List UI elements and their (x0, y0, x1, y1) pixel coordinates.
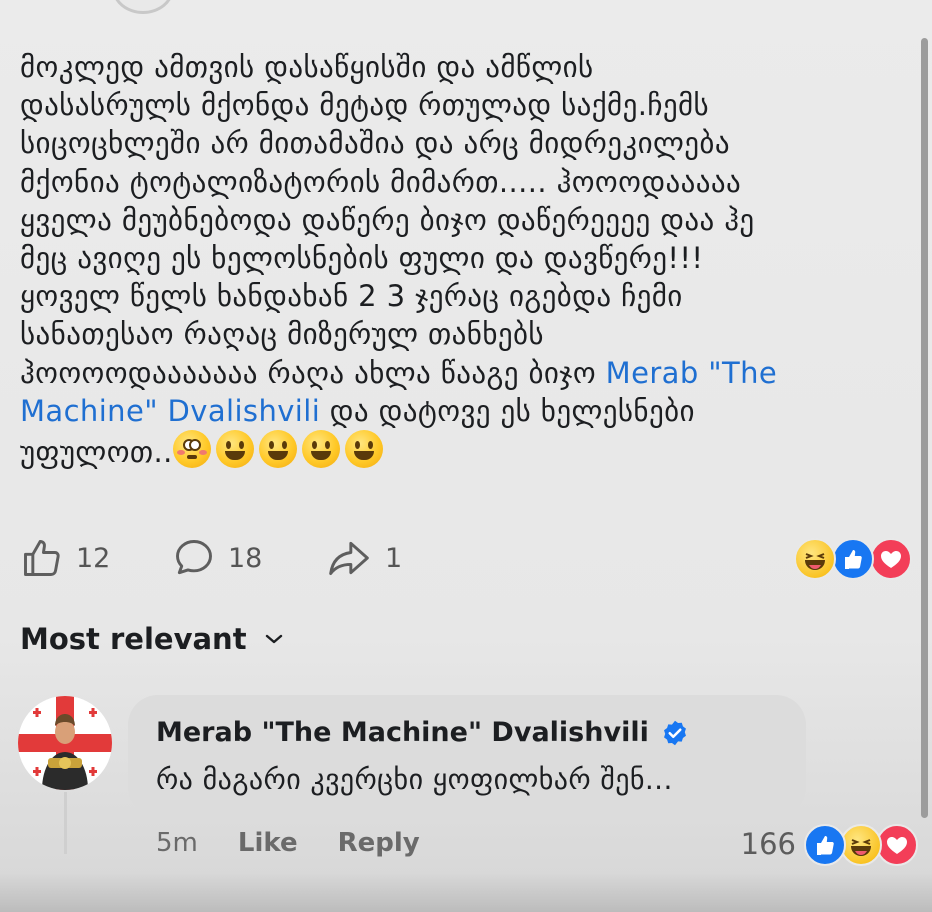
comment-reply-button[interactable]: Reply (338, 828, 420, 858)
share-button[interactable]: 1 (325, 534, 402, 582)
post-line: სიცოცხლეში არ მითამაშია და არც მიდრეკილე… (20, 126, 730, 161)
thumbs-up-icon (24, 540, 60, 576)
comment-icon (176, 540, 212, 575)
post-actions: 12 18 1 (20, 534, 912, 582)
chevron-down-icon (265, 634, 282, 644)
bottom-shade (0, 872, 932, 912)
flushed-face-emoji (172, 430, 211, 469)
share-count: 1 (385, 542, 403, 574)
post-line: მოკლედ ამთვის დასაწყისში და ამწლის (20, 50, 594, 84)
author-name: Merab "The Machine" Dvalishvili (156, 717, 649, 748)
post-reactions[interactable] (792, 538, 912, 580)
sort-label: Most relevant (20, 622, 247, 656)
like-reaction-icon (832, 538, 874, 580)
thread-line (64, 792, 67, 854)
comment-bubble: Merab "The Machine" Dvalishvili რა მაგარ… (128, 695, 806, 817)
verified-badge-icon (663, 720, 686, 745)
grinning-face-emoji (258, 430, 297, 469)
comment-author[interactable]: Merab "The Machine" Dvalishvili (156, 717, 689, 748)
haha-reaction-icon (794, 538, 836, 580)
post-line: Machine" Dvalishvili და დატოვე ეს ხელესნ… (20, 392, 910, 430)
scrollbar[interactable] (921, 38, 928, 818)
post-line-text: და დატოვე ეს ხელესნები (320, 393, 695, 428)
comment-sort-dropdown[interactable]: Most relevant (20, 622, 285, 656)
comment-button[interactable]: 18 (172, 534, 262, 582)
comment-text: რა მაგარი კვერცხი ყოფილხარ შენ... (156, 763, 673, 796)
post-line: დასასრულს მქონდა მეტად რთულად საქმე.ჩემს (20, 88, 710, 123)
comment-meta: 5m Like Reply (156, 828, 420, 858)
grinning-face-emoji (301, 430, 340, 469)
post-line-text: ჰოოოოდააააააა რაღა ახლა წააგე ბიჯო (20, 355, 606, 390)
grinning-face-emoji (344, 430, 383, 469)
share-icon (329, 541, 369, 576)
haha-reaction-icon (840, 824, 882, 866)
post-line: ჰოოოოდააააააა რაღა ახლა წააგე ბიჯო Merab… (20, 354, 910, 392)
mention-link[interactable]: Merab "The (606, 356, 777, 390)
facebook-post-screen: მოკლედ ამთვის დასაწყისში და ამწლის დასას… (0, 0, 932, 912)
comment-reactions[interactable]: 166 (740, 824, 918, 866)
mention-link[interactable]: Machine" Dvalishvili (20, 394, 320, 428)
grinning-face-emoji (215, 430, 254, 469)
post-line: უფულოთ.. (20, 430, 910, 471)
avatar[interactable] (18, 696, 112, 790)
comment-like-button[interactable]: Like (238, 828, 298, 858)
love-reaction-icon (870, 538, 912, 580)
post-line-text: უფულოთ.. (20, 435, 173, 470)
like-count: 12 (76, 542, 111, 574)
like-reaction-icon (804, 824, 846, 866)
comment-reaction-count: 166 (740, 827, 796, 861)
like-button[interactable]: 12 (20, 534, 110, 582)
comment-timestamp: 5m (156, 828, 198, 858)
love-reaction-icon (876, 824, 918, 866)
post-text: მოკლედ ამთვის დასაწყისში და ამწლის დასას… (20, 48, 910, 471)
comment-count: 18 (228, 542, 263, 574)
post-line: ყველა მეუბნებოდა დაწერე ბიჯო დაწერეეეე დ… (20, 202, 755, 237)
post-line: ყოველ წელს ხანდახან 2 3 ჯერაც იგებდა ჩემ… (20, 279, 683, 314)
post-line: მქონია ტოტალიზატორის მიმართ..... ჰოოოდაა… (20, 164, 742, 199)
post-line: სანათესაო რაღაც მიზერულ თანხებს (20, 317, 544, 352)
previous-avatar-edge (112, 0, 174, 14)
comment-reaction-icons (804, 824, 918, 866)
post-line: მეც ავიღე ეს ხელოსნების ფული და დავწერე!… (20, 241, 704, 276)
